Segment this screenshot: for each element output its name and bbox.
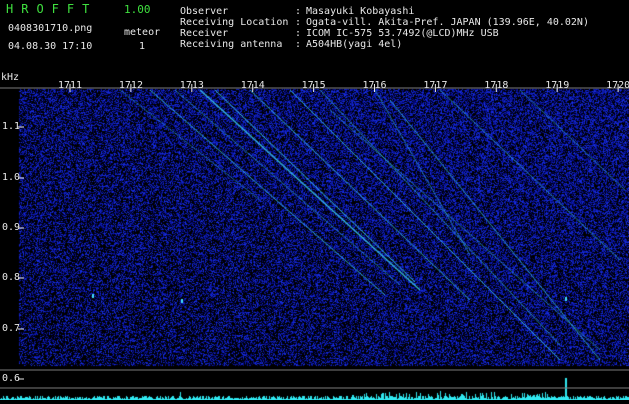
x-tick-label: 1717 — [423, 80, 448, 91]
x-tick-label: 1720 — [606, 80, 629, 91]
x-tick-label: 1711 — [58, 80, 83, 91]
y-tick-label: 1.1 — [2, 121, 21, 132]
x-tick-label: 1716 — [362, 80, 387, 91]
app-version: 1.00 — [124, 3, 151, 16]
datetime: 04.08.30 17:10 — [8, 41, 93, 52]
y-tick-label: 0.9 — [2, 222, 21, 233]
info-label-antenna: Receiving antenna — [180, 39, 283, 50]
meteor-label: meteor — [124, 27, 161, 38]
info-sep: : — [295, 39, 302, 50]
spectrogram-panel: kHz 1.1 1.0 0.9 0.8 0.7 0.6 1711 1712 1713 1714 1… — [0, 70, 629, 400]
app-name: HROFFT — [6, 2, 98, 16]
y-tick-label: 0.8 — [2, 272, 21, 283]
x-tick-label: 1712 — [118, 80, 143, 91]
x-tick-label: 1714 — [240, 80, 265, 91]
x-tick-label: 1713 — [179, 80, 204, 91]
y-tick-label: 0.7 — [2, 323, 21, 334]
x-tick-label: 1719 — [545, 80, 570, 91]
info-value-antenna: A504HB(yagi 4el) — [306, 39, 403, 50]
filename: 0408301710.png — [8, 23, 93, 34]
header-panel: HROFFT 1.00 0408301710.png meteor 04.08.… — [0, 0, 629, 70]
y-tick-label: 1.0 — [2, 172, 21, 183]
meteor-count: 1 — [139, 41, 146, 52]
y-unit-label: kHz — [1, 72, 20, 83]
y-tick-label: 0.6 — [2, 373, 21, 384]
x-tick-label: 1715 — [301, 80, 326, 91]
x-tick-label: 1718 — [484, 80, 509, 91]
spectrogram-overlay — [0, 84, 629, 389]
